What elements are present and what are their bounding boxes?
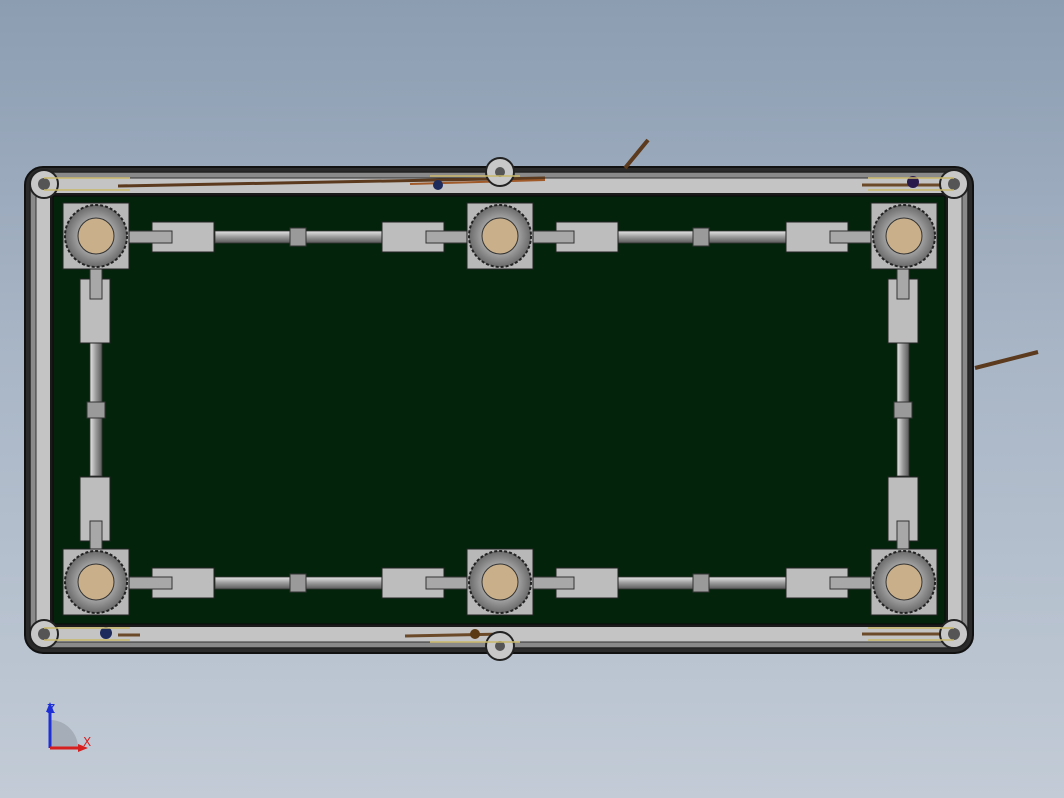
motor-unit-top-left — [62, 202, 130, 270]
motor-unit-bottom-right — [870, 548, 938, 616]
view-triad[interactable]: Z X — [46, 702, 91, 752]
axis-x-label: X — [83, 735, 91, 749]
axis-z-label: Z — [47, 702, 55, 716]
motor-unit-top-right — [870, 202, 938, 270]
motor-unit-bottom-middle — [466, 548, 534, 616]
motor-unit-top-middle — [466, 202, 534, 270]
cad-viewport[interactable]: Z X — [0, 0, 1064, 798]
motor-unit-bottom-left — [62, 548, 130, 616]
